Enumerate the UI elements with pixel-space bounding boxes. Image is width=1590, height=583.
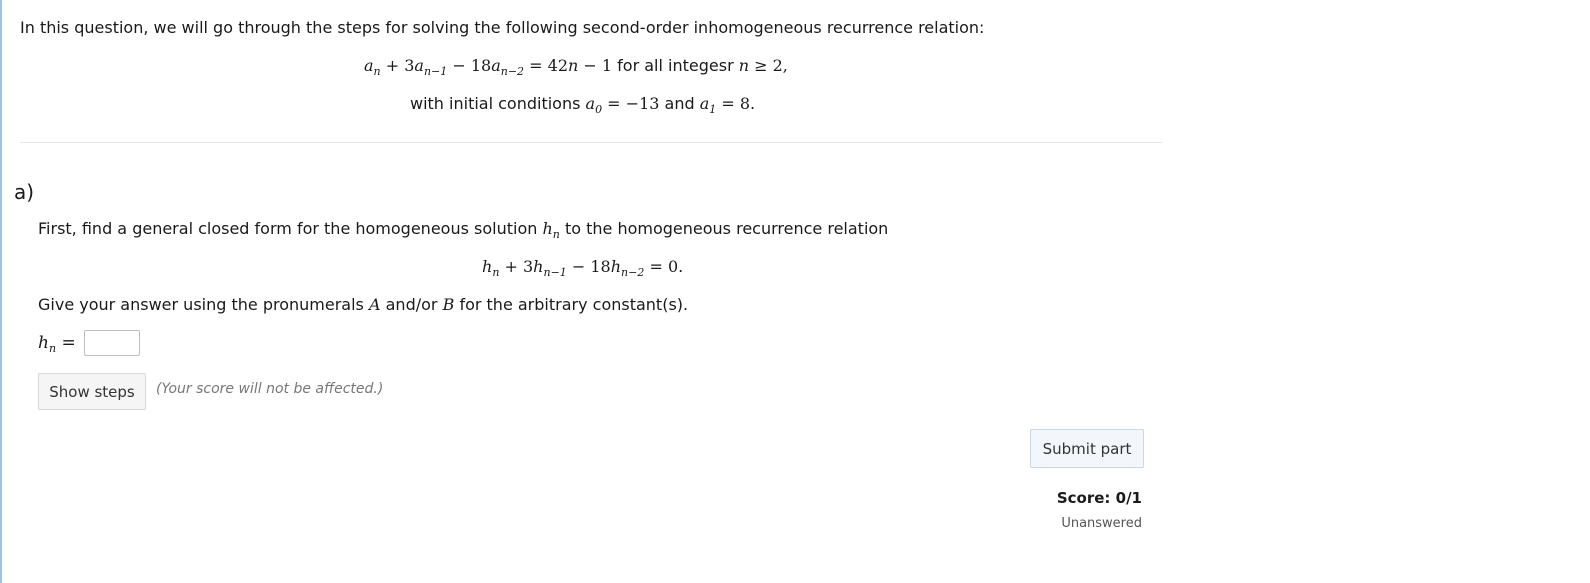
instructions-before: Give your answer using the pronumerals (38, 295, 364, 314)
relation-condition-text: for all integesr (617, 56, 734, 75)
answer-label: hn = (38, 333, 76, 355)
recurrence-equation: an + 3an−1 − 18an−2 = 42n − 1 for all in… (364, 56, 788, 78)
initial-conditions-text: with initial conditions (410, 94, 581, 113)
constant-b: B (442, 295, 455, 314)
submit-part-button[interactable]: Submit part (1030, 429, 1144, 468)
prompt-before: First, find a general closed form for th… (38, 219, 538, 238)
score-label: Score: 0/1 (1056, 489, 1142, 507)
instructions-after: for the arbitrary constant(s). (459, 295, 689, 314)
steps-note: (Your score will not be affected.) (156, 381, 384, 397)
question-intro: In this question, we will go through the… (20, 18, 985, 37)
initial-conditions: with initial conditions a0 = −13 and a1 … (410, 94, 756, 116)
question-frame: In this question, we will go through the… (0, 0, 1590, 583)
constant-a: A (368, 295, 381, 314)
section-divider (20, 142, 1162, 143)
instructions-mid: and/or (385, 295, 438, 314)
part-a-prompt: First, find a general closed form for th… (38, 219, 889, 241)
prompt-after: to the homogeneous recurrence relation (564, 219, 889, 238)
show-steps-button[interactable]: Show steps (38, 373, 146, 410)
score-status: Unanswered (1061, 516, 1142, 531)
and-text: and (664, 94, 695, 113)
homogeneous-equation: hn + 3hn−1 − 18hn−2 = 0. (482, 257, 684, 279)
answer-row: hn = (38, 330, 140, 356)
answer-input[interactable] (83, 330, 140, 356)
answer-instructions: Give your answer using the pronumerals A… (38, 295, 688, 314)
part-label: a) (14, 180, 35, 204)
